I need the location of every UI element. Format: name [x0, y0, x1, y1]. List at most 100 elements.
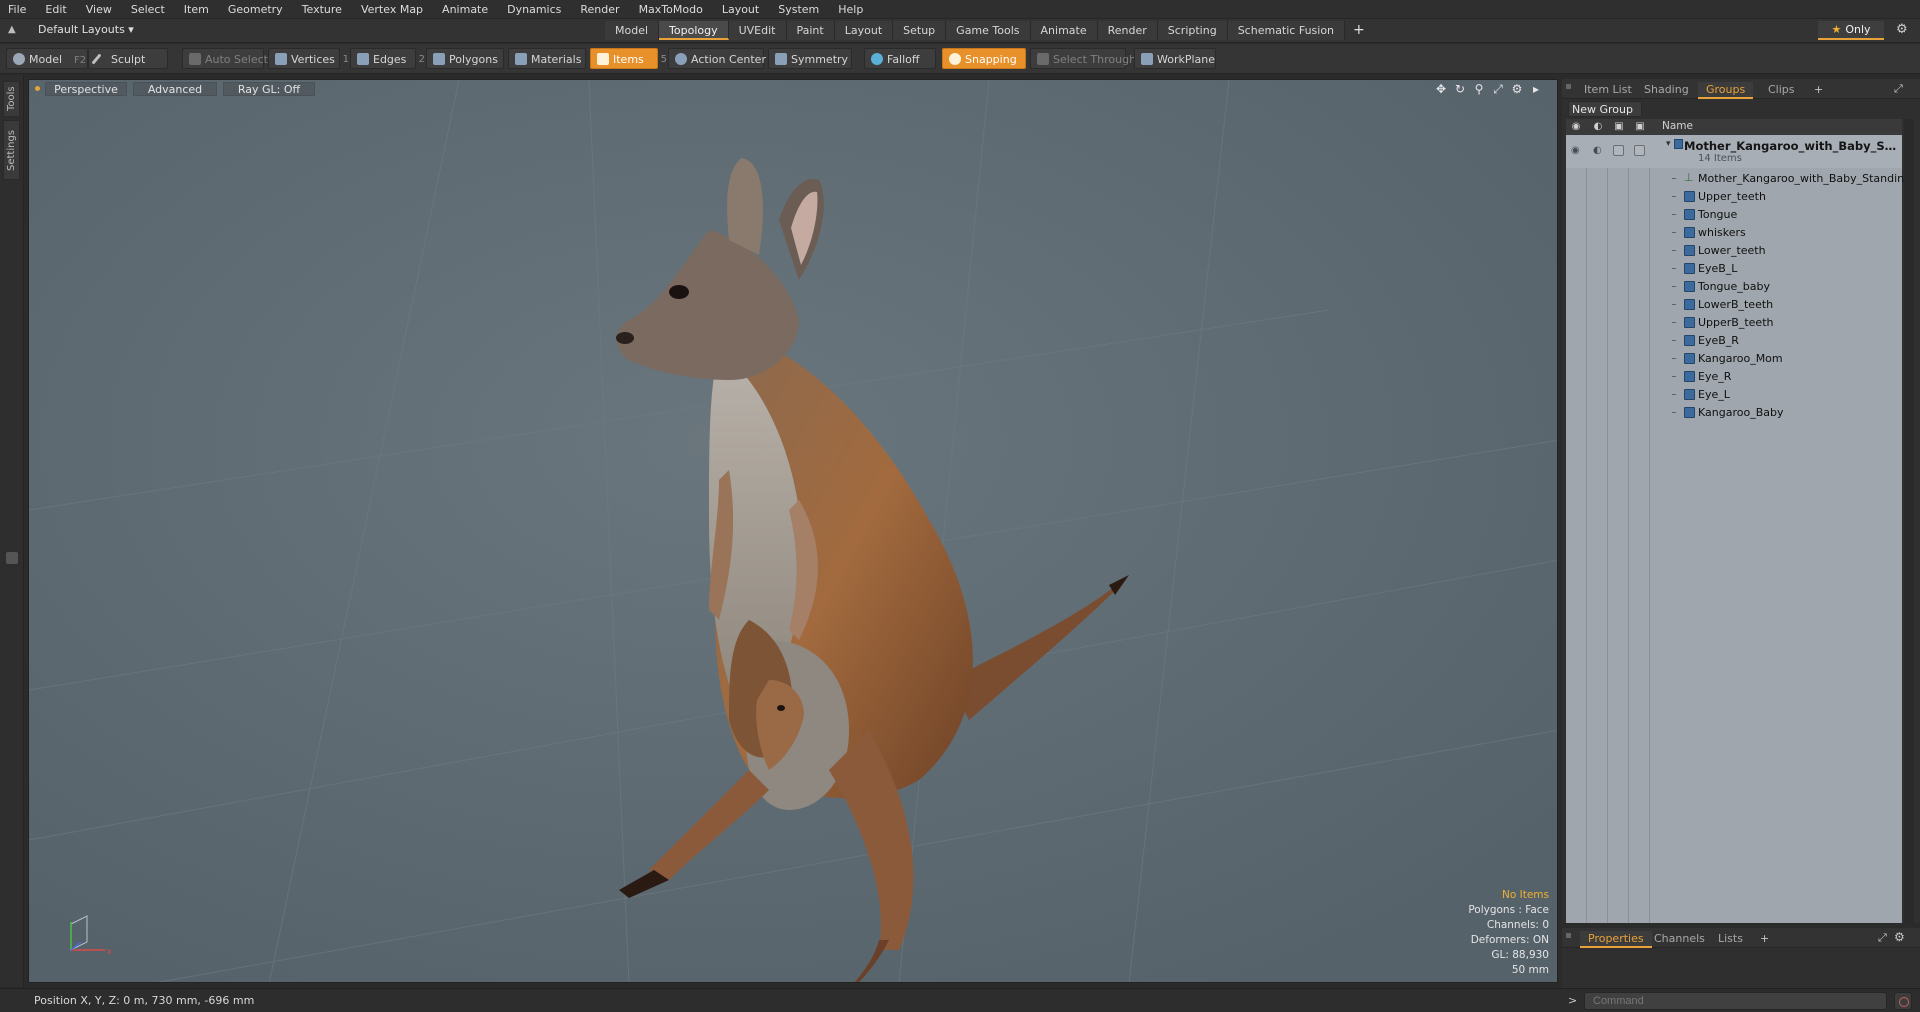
list-item[interactable]: Lower_teeth [1566, 242, 1902, 260]
viewport-menu-dot[interactable] [35, 86, 40, 91]
tab-game-tools[interactable]: Game Tools [946, 21, 1031, 40]
sidebar-resize-handle[interactable] [6, 552, 18, 564]
viewport-settings-icon[interactable]: ⚙ [1510, 82, 1524, 96]
layout-collapse-icon[interactable]: ▲ [8, 24, 20, 36]
tab-setup[interactable]: Setup [893, 21, 947, 40]
gear-icon[interactable]: ⚙ [1896, 22, 1908, 37]
name-column-header[interactable]: Name [1662, 120, 1693, 132]
layout-dropdown[interactable]: Default Layouts ▾ [38, 23, 134, 36]
visibility-column-icon[interactable]: ◉ [1570, 121, 1582, 133]
sculpt-button[interactable]: Sculpt [88, 48, 168, 69]
menu-animate[interactable]: Animate [442, 3, 488, 16]
menu-render[interactable]: Render [580, 3, 619, 16]
tab-schematic-fusion[interactable]: Schematic Fusion [1227, 21, 1346, 40]
tab-animate[interactable]: Animate [1030, 21, 1098, 40]
group-row[interactable]: ◉ ◐ ▾ Mother_Kangaroo_with_Baby_Sta... 1… [1566, 135, 1902, 168]
list-item[interactable]: LowerB_teeth [1566, 296, 1902, 314]
pan-icon[interactable]: ✥ [1434, 82, 1448, 96]
select-column-icon[interactable]: ▣ [1634, 121, 1646, 133]
menu-vertex-map[interactable]: Vertex Map [361, 3, 423, 16]
command-input[interactable] [1584, 992, 1887, 1010]
rotate-icon[interactable]: ↻ [1453, 82, 1467, 96]
group-lock-checkbox[interactable] [1613, 145, 1624, 156]
tab-channels[interactable]: Channels [1646, 931, 1713, 948]
menu-help[interactable]: Help [838, 3, 863, 16]
panel-expand-icon[interactable]: ⤢ [1894, 82, 1903, 96]
tab-settings-vertical[interactable]: Settings [3, 120, 20, 180]
tab-tools[interactable]: Tools [3, 81, 20, 117]
maximize-icon[interactable]: ⤢ [1491, 82, 1505, 96]
list-item[interactable]: Upper_teeth [1566, 188, 1902, 206]
group-select-checkbox[interactable] [1634, 145, 1645, 156]
menu-maxtomodo[interactable]: MaxToModo [639, 3, 703, 16]
materials-button[interactable]: Materials [508, 48, 586, 69]
menu-file[interactable]: File [8, 3, 26, 16]
list-item[interactable]: Eye_R [1566, 368, 1902, 386]
bottom-panel-settings-icon[interactable]: ⚙ [1894, 930, 1905, 944]
menu-edit[interactable]: Edit [45, 3, 66, 16]
select-through-button[interactable]: Select Through [1030, 48, 1136, 69]
edges-button[interactable]: Edges 2 [350, 48, 425, 69]
list-item[interactable]: Tongue [1566, 206, 1902, 224]
vertices-button[interactable]: Vertices 1 [268, 48, 349, 69]
add-bottom-tab-button[interactable]: + [1752, 931, 1777, 948]
auto-select-button[interactable]: Auto Select [182, 48, 268, 69]
workplane-button[interactable]: WorkPlane [1134, 48, 1216, 69]
collapse-chevron-icon[interactable]: ▾ [1666, 139, 1671, 149]
tab-properties[interactable]: Properties [1580, 931, 1652, 948]
menu-system[interactable]: System [778, 3, 819, 16]
snapping-button[interactable]: Snapping [942, 48, 1026, 69]
new-group-button[interactable]: New Group [1568, 101, 1642, 117]
perspective-dropdown[interactable]: Perspective [45, 82, 127, 96]
list-scrollbar[interactable] [1904, 119, 1914, 923]
lock-column-icon[interactable]: ▣ [1613, 121, 1625, 133]
tab-topology[interactable]: Topology [659, 21, 729, 40]
menu-view[interactable]: View [86, 3, 112, 16]
tab-lists[interactable]: Lists [1710, 931, 1751, 948]
expand-arrow-icon[interactable]: ▸ [1529, 82, 1543, 96]
zoom-icon[interactable]: ⚲ [1472, 82, 1486, 96]
list-item[interactable]: whiskers [1566, 224, 1902, 242]
add-tab-button[interactable]: + [1345, 21, 1373, 40]
menu-texture[interactable]: Texture [302, 3, 342, 16]
list-item[interactable]: Kangaroo_Mom [1566, 350, 1902, 368]
symmetry-button[interactable]: Symmetry [768, 48, 852, 69]
render-column-icon[interactable]: ◐ [1592, 121, 1604, 133]
tab-render[interactable]: Render [1097, 21, 1158, 40]
model-mode-button[interactable]: Model F2 [6, 48, 88, 69]
bottom-panel-expand-icon[interactable]: ⤢ [1878, 931, 1887, 945]
list-item[interactable]: Tongue_baby [1566, 278, 1902, 296]
group-visibility-icon[interactable]: ◉ [1571, 145, 1580, 156]
advanced-dropdown[interactable]: Advanced [133, 82, 217, 96]
3d-viewport[interactable]: Perspective Advanced Ray GL: Off ✥ ↻ ⚲ ⤢… [28, 79, 1558, 983]
tab-model[interactable]: Model [605, 21, 660, 40]
menu-layout[interactable]: Layout [722, 3, 759, 16]
tab-shading[interactable]: Shading [1636, 82, 1697, 99]
panel-menu-icon[interactable] [1566, 84, 1571, 89]
tab-uvedit[interactable]: UVEdit [728, 21, 787, 40]
falloff-button[interactable]: Falloff [864, 48, 936, 69]
menu-item[interactable]: Item [184, 3, 209, 16]
menu-dynamics[interactable]: Dynamics [507, 3, 561, 16]
menu-geometry[interactable]: Geometry [228, 3, 283, 16]
command-history-button[interactable] [1894, 992, 1912, 1010]
only-button[interactable]: ★ Only [1818, 21, 1884, 40]
polygons-button[interactable]: Polygons [426, 48, 504, 69]
list-item[interactable]: EyeB_L [1566, 260, 1902, 278]
tab-clips[interactable]: Clips [1760, 82, 1803, 99]
action-center-button[interactable]: Action Center [668, 48, 766, 69]
tab-item-list[interactable]: Item List [1576, 82, 1640, 99]
list-item[interactable]: EyeB_R [1566, 332, 1902, 350]
list-item[interactable]: ⊥ Mother_Kangaroo_with_Baby_Standing [1566, 170, 1911, 188]
tab-paint[interactable]: Paint [786, 21, 835, 40]
list-item[interactable]: Eye_L [1566, 386, 1902, 404]
tab-groups[interactable]: Groups [1698, 82, 1754, 99]
menu-select[interactable]: Select [131, 3, 165, 16]
raygl-toggle[interactable]: Ray GL: Off [223, 82, 315, 96]
add-panel-tab-button[interactable]: + [1806, 82, 1831, 99]
group-render-icon[interactable]: ◐ [1593, 145, 1602, 156]
list-item[interactable]: UpperB_teeth [1566, 314, 1902, 332]
tab-scripting[interactable]: Scripting [1157, 21, 1228, 40]
tab-layout[interactable]: Layout [834, 21, 894, 40]
list-item[interactable]: Kangaroo_Baby [1566, 404, 1902, 422]
